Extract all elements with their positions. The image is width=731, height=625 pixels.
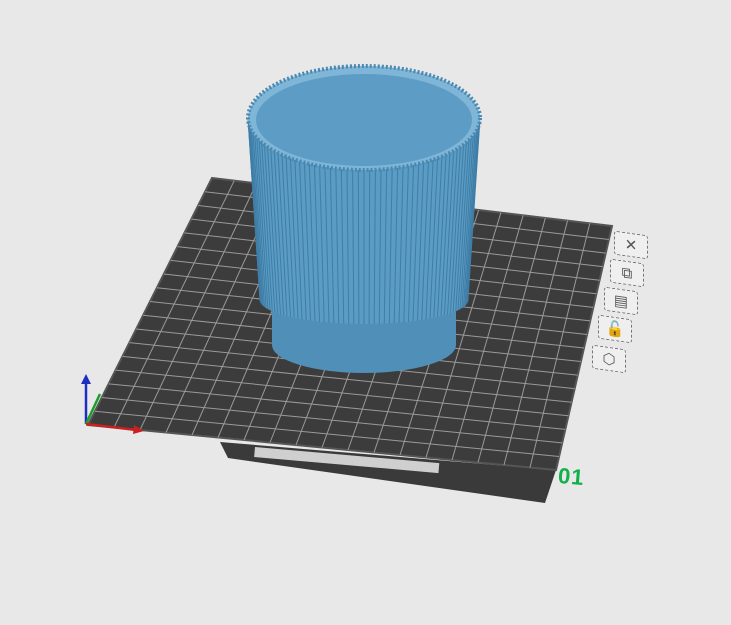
lock-plate-icon: 🔓 (605, 319, 625, 340)
model-inner (256, 74, 472, 166)
delete-plate-button[interactable]: ✕ (614, 230, 648, 260)
plate-settings-button[interactable]: ⬡ (592, 344, 626, 374)
auto-orient-button[interactable]: ▤ (604, 286, 638, 316)
plate-number: 01 (557, 462, 586, 491)
cylinder-model[interactable] (246, 64, 482, 373)
lock-plate-button[interactable]: 🔓 (598, 314, 632, 344)
rib-line (357, 169, 360, 324)
rib-line (368, 169, 371, 324)
arrange-button[interactable]: ⧉ (610, 258, 644, 288)
arrange-icon: ⧉ (621, 263, 633, 283)
auto-orient-icon: ▤ (613, 292, 629, 311)
plate-settings-icon: ⬡ (602, 350, 616, 369)
delete-plate-icon: ✕ (624, 236, 638, 255)
